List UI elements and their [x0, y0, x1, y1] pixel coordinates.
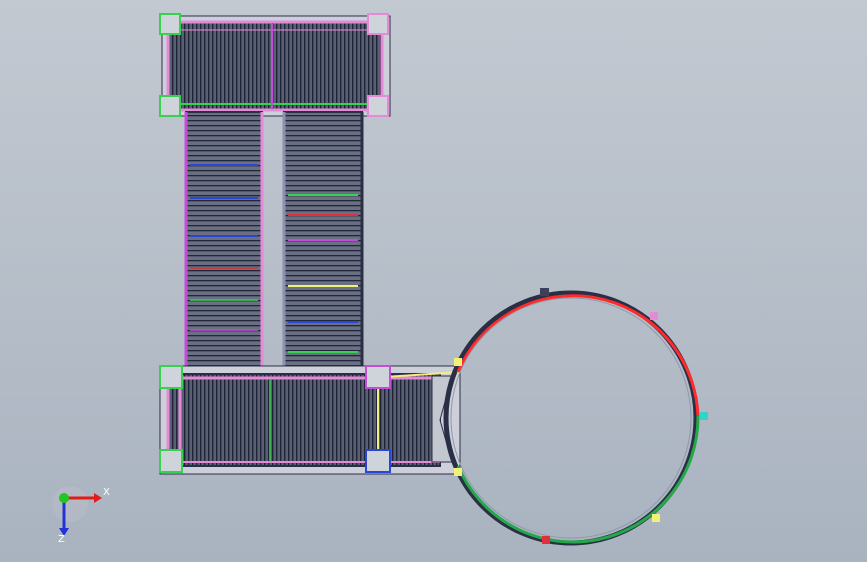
circular-conveyor[interactable] [443, 288, 708, 546]
top-conveyor[interactable] [159, 13, 391, 117]
sensor-marker [650, 312, 658, 320]
bottom-conveyor[interactable] [159, 365, 461, 475]
sensor-marker [652, 514, 660, 522]
sensor-marker [454, 358, 462, 366]
sensor-marker [454, 468, 462, 476]
x-axis-label: X [103, 487, 110, 498]
graphics-viewport[interactable]: X Z [0, 0, 867, 562]
z-axis-label: Z [58, 534, 65, 545]
y-axis-dot [59, 493, 69, 503]
conveyor-assembly-model[interactable] [0, 0, 867, 562]
sensor-marker [542, 536, 550, 544]
sensor-marker [540, 288, 549, 296]
right-vertical-conveyor[interactable] [282, 111, 364, 377]
orientation-triad[interactable]: X Z [40, 480, 120, 550]
sensor-marker [700, 412, 708, 420]
left-vertical-conveyor[interactable] [184, 111, 264, 377]
